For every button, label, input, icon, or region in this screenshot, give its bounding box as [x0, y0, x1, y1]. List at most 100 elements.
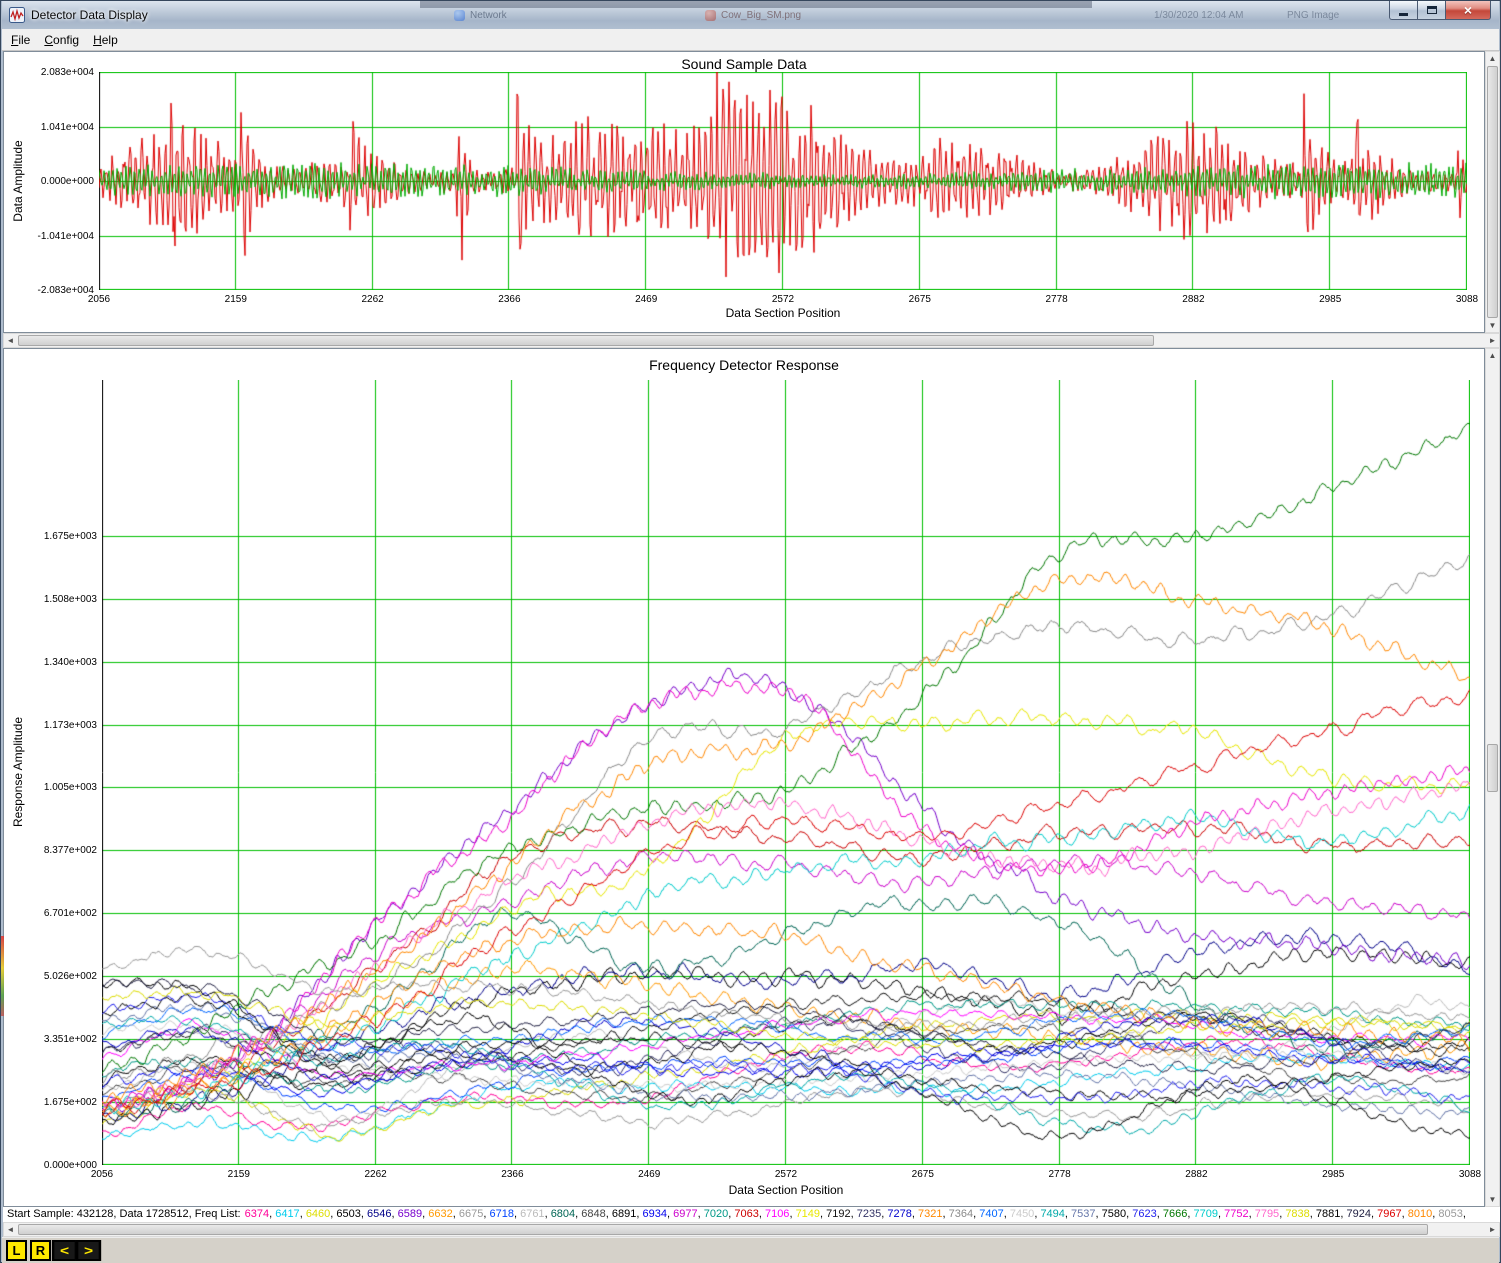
freq-value: 7235 — [857, 1208, 881, 1220]
y-tick-label: 2.083e+004 — [24, 67, 94, 78]
status-bar: Start Sample: 432128, Data 1728512, Freq… — [3, 1207, 1500, 1222]
maximize-icon — [1427, 6, 1437, 14]
x-tick-label: 2985 — [1322, 1169, 1344, 1180]
close-button[interactable]: × — [1446, 1, 1491, 20]
left-channel-button[interactable]: L — [6, 1240, 27, 1261]
control-bar: L R < > — [2, 1237, 1499, 1263]
y-tick-label: 1.005e+003 — [27, 782, 97, 793]
freq-value: 6374 — [245, 1208, 269, 1220]
freq-value: 7106 — [765, 1208, 789, 1220]
top-chart-title: Sound Sample Data — [4, 56, 1484, 72]
menu-item-help[interactable]: Help — [86, 31, 125, 49]
glass-type-label: PNG Image — [1287, 10, 1339, 21]
scrollbar-thumb[interactable] — [1487, 744, 1498, 792]
right-channel-button[interactable]: R — [30, 1240, 51, 1261]
y-tick-label: 1.340e+003 — [27, 657, 97, 668]
scroll-up-icon[interactable]: ▲ — [1486, 349, 1499, 362]
app-icon — [9, 7, 25, 23]
x-tick-label: 2778 — [1045, 294, 1067, 305]
freq-value: 6891 — [612, 1208, 636, 1220]
x-tick-label: 2469 — [638, 1169, 660, 1180]
freq-value: 6848 — [581, 1208, 605, 1220]
scroll-left-icon[interactable]: ◄ — [4, 334, 17, 347]
scroll-right-icon[interactable]: ► — [1486, 334, 1499, 347]
freq-value: 7881 — [1316, 1208, 1340, 1220]
bottom-chart-hscrollbar[interactable]: ◄ ► — [3, 1222, 1500, 1237]
minimize-button[interactable] — [1389, 1, 1418, 20]
freq-value: 6589 — [398, 1208, 422, 1220]
scroll-down-icon[interactable]: ▼ — [1486, 1193, 1499, 1206]
top-chart-xlabel: Data Section Position — [99, 306, 1467, 320]
sound-sample-plot[interactable] — [99, 72, 1467, 290]
freq-value: 7967 — [1377, 1208, 1401, 1220]
freq-value: 7795 — [1255, 1208, 1279, 1220]
freq-value: 7580 — [1102, 1208, 1126, 1220]
bottom-chart-vscrollbar[interactable]: ▲ ▼ — [1485, 348, 1500, 1207]
x-tick-label: 3088 — [1459, 1169, 1481, 1180]
scroll-up-icon[interactable]: ▲ — [1486, 52, 1499, 65]
x-tick-label: 2572 — [772, 294, 794, 305]
maximize-button[interactable] — [1418, 1, 1446, 20]
scroll-left-icon[interactable]: ◄ — [4, 1223, 17, 1236]
freq-value: 7924 — [1347, 1208, 1371, 1220]
freq-value: 6761 — [520, 1208, 544, 1220]
y-tick-label: 1.508e+003 — [27, 594, 97, 605]
scrollbar-thumb[interactable] — [18, 1224, 1428, 1235]
freq-value: 7537 — [1071, 1208, 1095, 1220]
y-tick-label: 1.675e+003 — [27, 531, 97, 542]
freq-value: 7752 — [1224, 1208, 1248, 1220]
x-tick-label: 2778 — [1048, 1169, 1070, 1180]
freq-value: 7666 — [1163, 1208, 1187, 1220]
freq-value: 7450 — [1010, 1208, 1034, 1220]
top-chart-vscrollbar[interactable]: ▲ ▼ — [1485, 51, 1500, 333]
y-tick-label: 5.026e+002 — [27, 971, 97, 982]
app-window: Network Cow_Big_SM.png 1/30/2020 12:04 A… — [0, 0, 1501, 1263]
freq-value: 6546 — [367, 1208, 391, 1220]
y-tick-label: 8.377e+002 — [27, 845, 97, 856]
menu-bar: FileConfigHelp — [2, 29, 1499, 51]
freq-value: 7407 — [979, 1208, 1003, 1220]
freq-value: 7063 — [734, 1208, 758, 1220]
freq-value: 6675 — [459, 1208, 483, 1220]
x-tick-label: 2882 — [1185, 1169, 1207, 1180]
x-tick-label: 2572 — [775, 1169, 797, 1180]
scrollbar-thumb[interactable] — [18, 335, 1154, 346]
prev-button[interactable]: < — [52, 1240, 77, 1261]
x-tick-label: 2159 — [225, 294, 247, 305]
glass-background-band — [420, 1, 1092, 8]
y-tick-label: 3.351e+002 — [27, 1034, 97, 1045]
detector-response-plot[interactable] — [102, 380, 1470, 1165]
minimize-icon — [1399, 13, 1408, 16]
freq-value: 6718 — [489, 1208, 513, 1220]
menu-item-file[interactable]: File — [4, 31, 37, 49]
scroll-right-icon[interactable]: ► — [1486, 1223, 1499, 1236]
close-icon: × — [1464, 2, 1472, 19]
freq-value: 8053 — [1438, 1208, 1462, 1220]
freq-value: 7838 — [1285, 1208, 1309, 1220]
freq-value: 7278 — [887, 1208, 911, 1220]
freq-value: 6934 — [643, 1208, 667, 1220]
top-chart-ylabel: Data Amplitude — [11, 140, 25, 221]
freq-value: 8010 — [1408, 1208, 1432, 1220]
freq-value: 6632 — [428, 1208, 452, 1220]
freq-separator: , — [1463, 1208, 1466, 1220]
y-tick-label: -1.041e+004 — [24, 231, 94, 242]
menu-item-config[interactable]: Config — [37, 31, 86, 49]
x-tick-label: 2366 — [498, 294, 520, 305]
scroll-down-icon[interactable]: ▼ — [1486, 319, 1499, 332]
title-bar[interactable]: Network Cow_Big_SM.png 1/30/2020 12:04 A… — [2, 1, 1499, 29]
top-chart-hscrollbar[interactable]: ◄ ► — [3, 333, 1500, 348]
freq-value: 7149 — [796, 1208, 820, 1220]
status-prefix: Start Sample: 432128, Data 1728512, Freq… — [7, 1208, 241, 1220]
x-tick-label: 2469 — [635, 294, 657, 305]
glass-date-label: 1/30/2020 12:04 AM — [1154, 10, 1244, 21]
freq-value: 6417 — [275, 1208, 299, 1220]
bottom-chart-title: Frequency Detector Response — [4, 357, 1484, 373]
scrollbar-thumb[interactable] — [1487, 66, 1498, 318]
freq-value: 6503 — [336, 1208, 360, 1220]
next-button[interactable]: > — [76, 1240, 101, 1261]
freq-value: 6804 — [551, 1208, 575, 1220]
y-tick-label: 1.041e+004 — [24, 122, 94, 133]
glass-network-label: Network — [470, 10, 507, 21]
freq-value: 7494 — [1040, 1208, 1064, 1220]
